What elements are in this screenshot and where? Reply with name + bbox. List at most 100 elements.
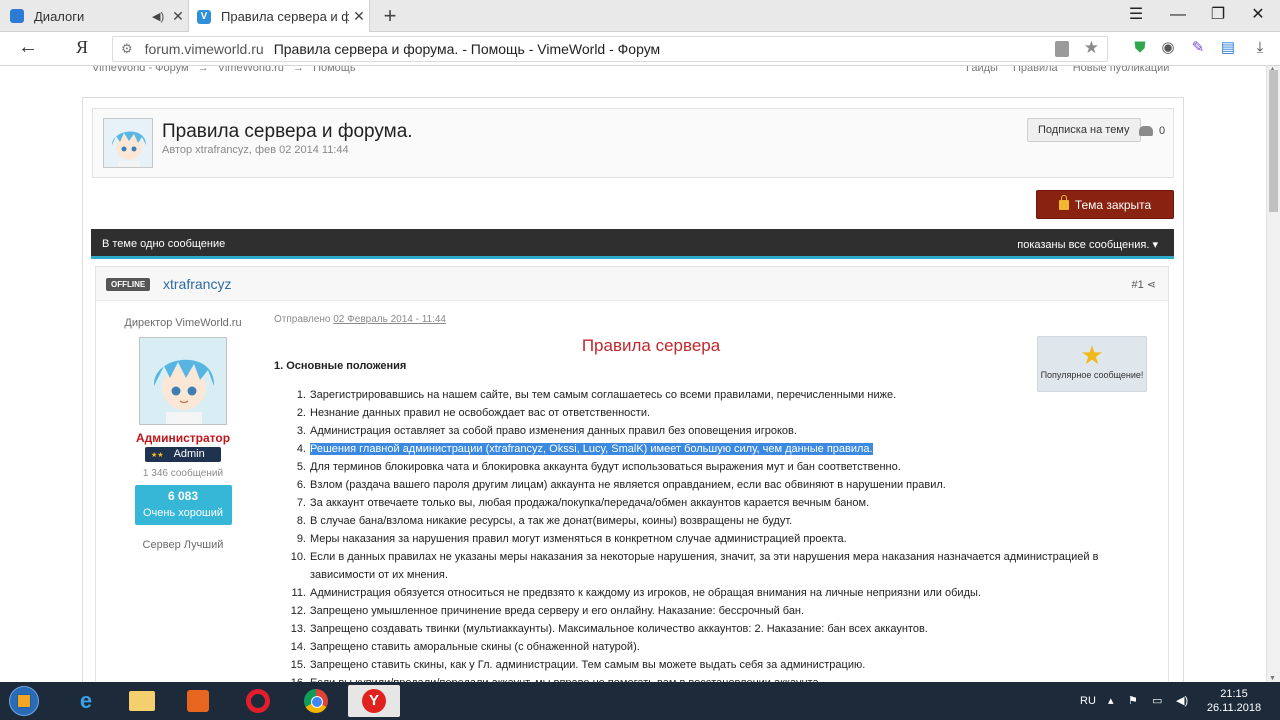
- rule-item: 14. Запрещено ставить аморальные скины (с…: [274, 638, 1144, 656]
- rule-text: Незнание данных правил не освобождает ва…: [310, 404, 1144, 422]
- status-badge: OFFLINE: [106, 278, 151, 291]
- taskbar-explorer[interactable]: [116, 685, 168, 717]
- rule-number: 3.: [296, 425, 306, 437]
- rule-text-content: Незнание данных правил не освобождает ва…: [310, 407, 651, 419]
- rule-item: 1. Зарегистрировавшись на нашем сайте, вы…: [274, 386, 1144, 404]
- rule-text: Взлом (раздача вашего пароля другим лица…: [310, 476, 1144, 494]
- followers-count[interactable]: 0: [1139, 125, 1165, 137]
- messenger-icon: [10, 9, 24, 23]
- rule-text-content: Если в данных правилах не указаны меры н…: [310, 551, 1099, 581]
- scrollbar-thumb[interactable]: [1269, 70, 1278, 212]
- battery-icon[interactable]: ▭: [1152, 682, 1162, 720]
- link-guides[interactable]: Гайды: [966, 66, 998, 74]
- subscribe-button[interactable]: Подписка на тему: [1027, 118, 1141, 142]
- show-posts-dropdown[interactable]: показаны все сообщения. ▾: [1017, 238, 1158, 251]
- rule-number: 5.: [296, 461, 306, 473]
- breadcrumb-separator: →: [293, 66, 304, 74]
- tab-label: Правила сервера и форум: [221, 9, 349, 24]
- reputation-box[interactable]: 6 083 Очень хороший: [134, 485, 232, 525]
- language-indicator[interactable]: RU: [1080, 682, 1096, 720]
- rule-text: Запрещено умышленное причинение вреда се…: [310, 602, 1144, 620]
- server-label: Сервер Лучший: [142, 539, 224, 551]
- start-button[interactable]: [4, 684, 44, 718]
- user-title: Директор VimeWorld.ru: [124, 317, 242, 329]
- browser-tab-strip: Диалоги ◀) ✕ V Правила сервера и форум ✕…: [0, 0, 1280, 33]
- lock-icon[interactable]: [1055, 41, 1069, 57]
- taskbar-clock[interactable]: 21:15 26.11.2018: [1196, 687, 1272, 715]
- breadcrumb-item-forum[interactable]: VimeWorld - Форум: [92, 66, 189, 74]
- people-icon: [1139, 126, 1153, 136]
- yandex-logo[interactable]: Я: [76, 37, 88, 58]
- rule-text-content: Запрещено создавать твинки (мультиаккаун…: [310, 623, 928, 635]
- taskbar-media[interactable]: [172, 685, 224, 717]
- volume-icon[interactable]: ◀): [1176, 682, 1188, 720]
- back-arrow-icon[interactable]: ←: [18, 36, 38, 59]
- popular-post-badge: ★ Популярное сообщение!: [1037, 336, 1147, 392]
- yandex-browser-icon: Y: [362, 689, 386, 713]
- message-count: 1 346 сообщений: [142, 468, 224, 479]
- breadcrumb-item-help[interactable]: Помощь: [313, 66, 356, 74]
- rule-number: 14.: [290, 641, 306, 653]
- rule-number: 1.: [296, 389, 306, 401]
- link-new-posts[interactable]: Новые публикации: [1073, 66, 1170, 74]
- menu-icon[interactable]: ☰: [1116, 0, 1156, 32]
- tab-forum[interactable]: V Правила сервера и форум ✕: [188, 0, 370, 33]
- post-body: Отправлено 02 Февраль 2014 - 11:44 Прави…: [274, 314, 1160, 682]
- pen-icon[interactable]: ✎: [1188, 38, 1208, 58]
- post-number[interactable]: #1 ⋖: [1131, 278, 1156, 291]
- rule-item: 3. Администрация оставляет за собой право…: [274, 422, 1144, 440]
- taskbar-chrome[interactable]: [290, 685, 342, 717]
- post-author-link[interactable]: xtrafrancyz: [163, 276, 231, 292]
- maximize-button[interactable]: ❐: [1198, 0, 1238, 32]
- forum-post: OFFLINE xtrafrancyz #1 ⋖ Директор VimeWo…: [95, 266, 1169, 682]
- url-field[interactable]: ⚙ forum.vimeworld.ru Правила сервера и ф…: [112, 36, 1108, 62]
- scroll-down-icon[interactable]: ▼: [1269, 675, 1276, 682]
- address-bar: ← Я ⚙ forum.vimeworld.ru Правила сервера…: [0, 32, 1280, 66]
- rule-item: 15. Запрещено ставить скины, как у Гл. ад…: [274, 656, 1144, 674]
- post-header: OFFLINE xtrafrancyz #1 ⋖: [96, 267, 1168, 301]
- bookmark-star-icon[interactable]: ★: [1084, 38, 1099, 58]
- close-tab-icon[interactable]: ✕: [168, 8, 188, 25]
- close-window-button[interactable]: ✕: [1238, 0, 1278, 32]
- taskbar-opera[interactable]: [232, 685, 284, 717]
- downloads-icon[interactable]: ▤: [1218, 38, 1238, 58]
- tab-dialogs[interactable]: Диалоги ◀) ✕: [0, 0, 188, 32]
- eye-icon[interactable]: ◉: [1158, 38, 1178, 58]
- new-tab-button[interactable]: +: [378, 2, 402, 30]
- topic-author-avatar[interactable]: [103, 118, 153, 168]
- protect-shield-icon[interactable]: ⛊: [1130, 38, 1150, 58]
- flag-icon[interactable]: ⚑: [1128, 682, 1138, 720]
- link-rules[interactable]: Правила: [1013, 66, 1058, 74]
- close-tab-icon[interactable]: ✕: [349, 8, 369, 25]
- rule-text-content: Для терминов блокировка чата и блокировк…: [310, 461, 901, 473]
- rule-text-content: Взлом (раздача вашего пароля другим лица…: [310, 479, 946, 491]
- rule-text: Запрещено создавать твинки (мультиаккаун…: [310, 620, 1144, 638]
- site-settings-icon[interactable]: ⚙: [121, 41, 133, 57]
- minimize-button[interactable]: —: [1158, 0, 1198, 32]
- avatar[interactable]: [139, 337, 227, 425]
- rules-list: 1. Зарегистрировавшись на нашем сайте, вы…: [274, 386, 1144, 682]
- page-scrollbar[interactable]: ▲ ▼: [1266, 66, 1280, 682]
- breadcrumb-item-site[interactable]: VimeWorld.ru: [218, 66, 284, 74]
- rule-number: 12.: [290, 605, 306, 617]
- tray-arrow-icon[interactable]: ▴: [1108, 682, 1114, 720]
- reputation-value: 6 083: [167, 489, 199, 503]
- followers-count-value: 0: [1159, 125, 1166, 137]
- speaker-icon[interactable]: ◀): [152, 10, 168, 23]
- stars-icon: ★★: [151, 452, 164, 459]
- download-arrow-icon[interactable]: ⤓: [1250, 38, 1270, 58]
- page-title: Правила сервера и форума.: [162, 121, 413, 142]
- rule-number: 15.: [290, 659, 306, 671]
- rule-text-content: За аккаунт отвечаете только вы, любая пр…: [310, 497, 870, 509]
- taskbar-yandex-browser[interactable]: Y: [348, 685, 400, 717]
- post-date-link[interactable]: 02 Февраль 2014 - 11:44: [333, 314, 446, 325]
- rule-text-content: Запрещено ставить аморальные скины (с об…: [310, 641, 640, 653]
- share-icon[interactable]: ⋖: [1147, 279, 1156, 291]
- rule-number: 10.: [290, 551, 306, 563]
- admin-badge: ★★ Admin: [145, 447, 221, 462]
- rule-text-content: Запрещено ставить скины, как у Гл. админ…: [310, 659, 866, 671]
- topic-closed-button[interactable]: Тема закрыта: [1036, 190, 1174, 219]
- section-title: 1. Основные положения: [274, 360, 407, 372]
- post-sent-line: Отправлено 02 Февраль 2014 - 11:44: [274, 314, 1160, 325]
- taskbar-ie[interactable]: e: [60, 685, 112, 717]
